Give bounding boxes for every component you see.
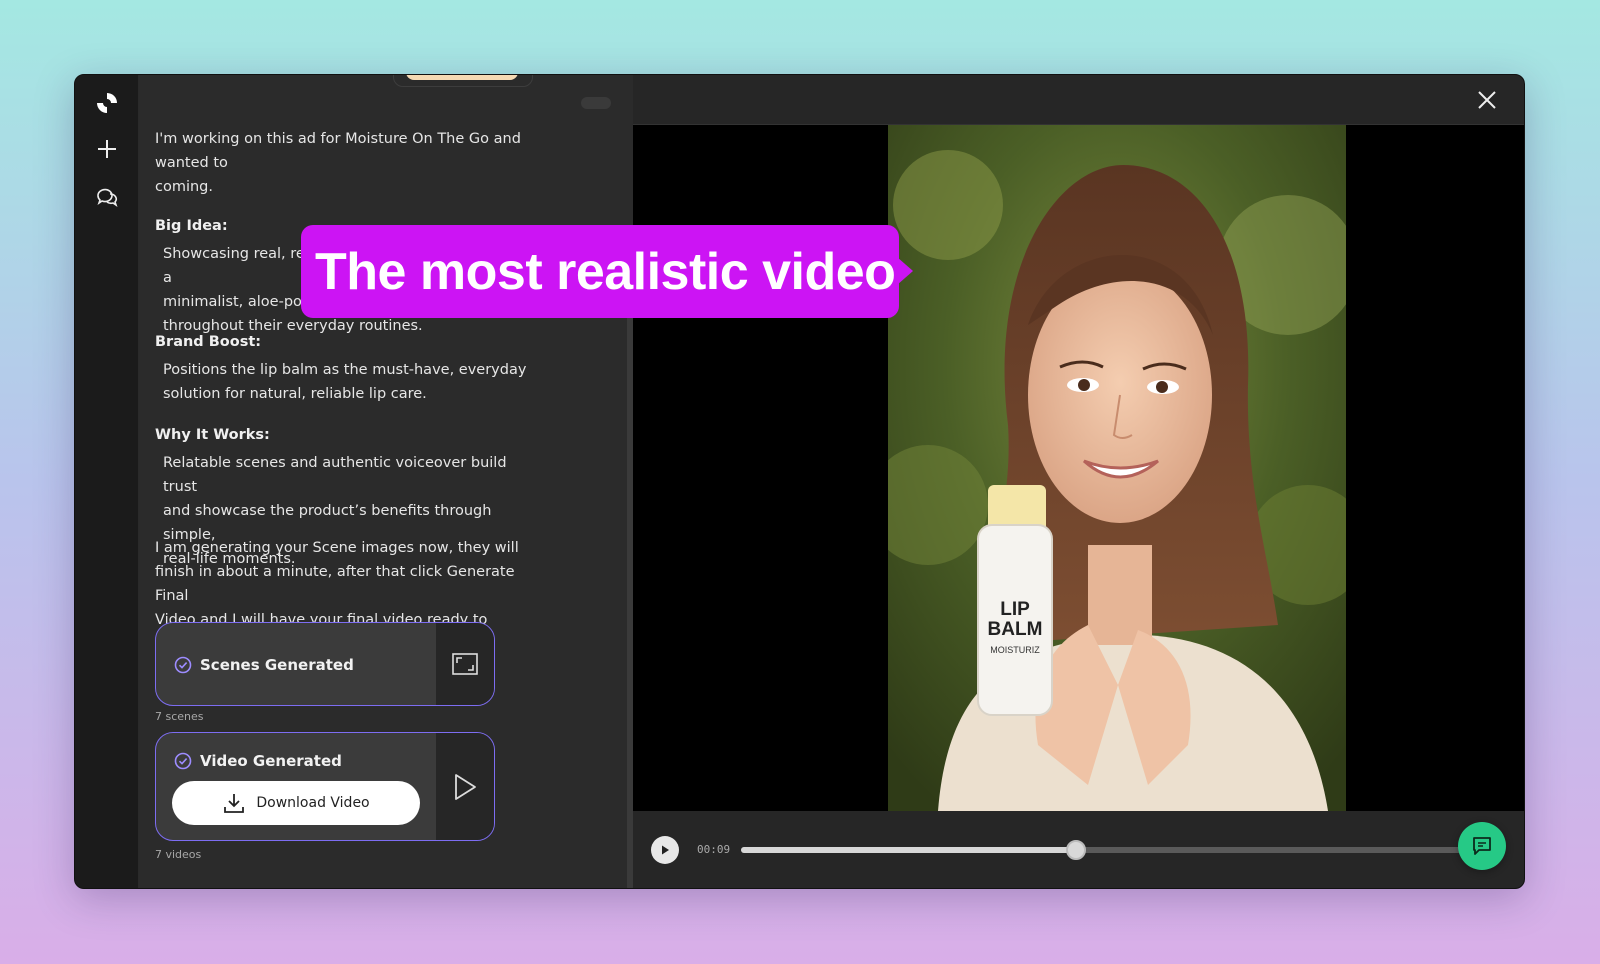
player-topbar [633, 75, 1524, 125]
previous-message-bubble [393, 75, 533, 87]
videos-count: 7 videos [155, 848, 202, 861]
logo-icon[interactable] [91, 87, 123, 119]
video-frame[interactable]: LIP BALM MOISTURIZ [888, 125, 1346, 811]
message-action-pill[interactable] [581, 97, 611, 109]
intro-line: wanted to [155, 155, 228, 171]
download-video-button[interactable]: Download Video [172, 781, 420, 825]
video-title: Video Generated [200, 752, 342, 770]
video-card[interactable]: Video Generated Download Video [155, 732, 495, 841]
current-time: 00:09 [697, 843, 731, 856]
body-line: solution for natural, reliable lip care. [163, 386, 427, 402]
video-still-image: LIP BALM MOISTURIZ [888, 125, 1346, 811]
plus-icon[interactable] [91, 133, 123, 165]
check-circle-icon [174, 656, 192, 674]
body-line: Positions the lip balm as the must-have,… [163, 362, 527, 378]
play-video-button[interactable] [436, 733, 494, 840]
play-icon [662, 845, 669, 855]
chats-icon[interactable] [91, 181, 123, 213]
intro-message: I'm working on this ad for Moisture On T… [155, 127, 525, 199]
section-heading: Big Idea: [155, 218, 228, 234]
check-circle-icon [174, 752, 192, 770]
close-button[interactable] [1472, 85, 1502, 115]
expand-button[interactable] [436, 623, 494, 705]
message-icon [1473, 837, 1491, 855]
scenes-card[interactable]: Scenes Generated [155, 622, 495, 706]
chat-panel: I'm working on this ad for Moisture On T… [139, 75, 633, 888]
intro-line: coming. [155, 179, 213, 195]
section-heading: Brand Boost: [155, 334, 262, 350]
product-text: BALM [988, 619, 1043, 640]
progress-fill [741, 847, 1077, 853]
play-button[interactable] [651, 836, 679, 864]
video-player: LIP BALM MOISTURIZ 00:09 [633, 75, 1524, 888]
body-line: Relatable scenes and authentic voiceover… [163, 455, 507, 495]
left-rail [75, 75, 139, 888]
headline-callout: The most realistic video [301, 225, 913, 318]
status-line: finish in about a minute, after that cli… [155, 564, 515, 604]
download-icon [224, 794, 245, 813]
progress-thumb[interactable] [1066, 840, 1087, 860]
expand-icon [452, 653, 478, 675]
chat-support-button[interactable] [1458, 822, 1506, 870]
player-controls: 00:09 [633, 811, 1524, 888]
app-window: I'm working on this ad for Moisture On T… [74, 74, 1525, 889]
status-line: I am generating your Scene images now, t… [155, 540, 519, 556]
scenes-count: 7 scenes [155, 710, 204, 723]
close-icon [1478, 91, 1496, 109]
progress-track[interactable] [741, 840, 1503, 860]
product-text: LIP [1000, 599, 1030, 620]
intro-line: I'm working on this ad for Moisture On T… [155, 131, 521, 147]
section-heading: Why It Works: [155, 427, 270, 443]
product-text: MOISTURIZ [990, 645, 1040, 655]
play-outline-icon [455, 773, 476, 800]
section-body: Positions the lip balm as the must-have,… [163, 358, 533, 406]
scenes-title: Scenes Generated [200, 656, 354, 674]
download-label: Download Video [256, 795, 370, 811]
